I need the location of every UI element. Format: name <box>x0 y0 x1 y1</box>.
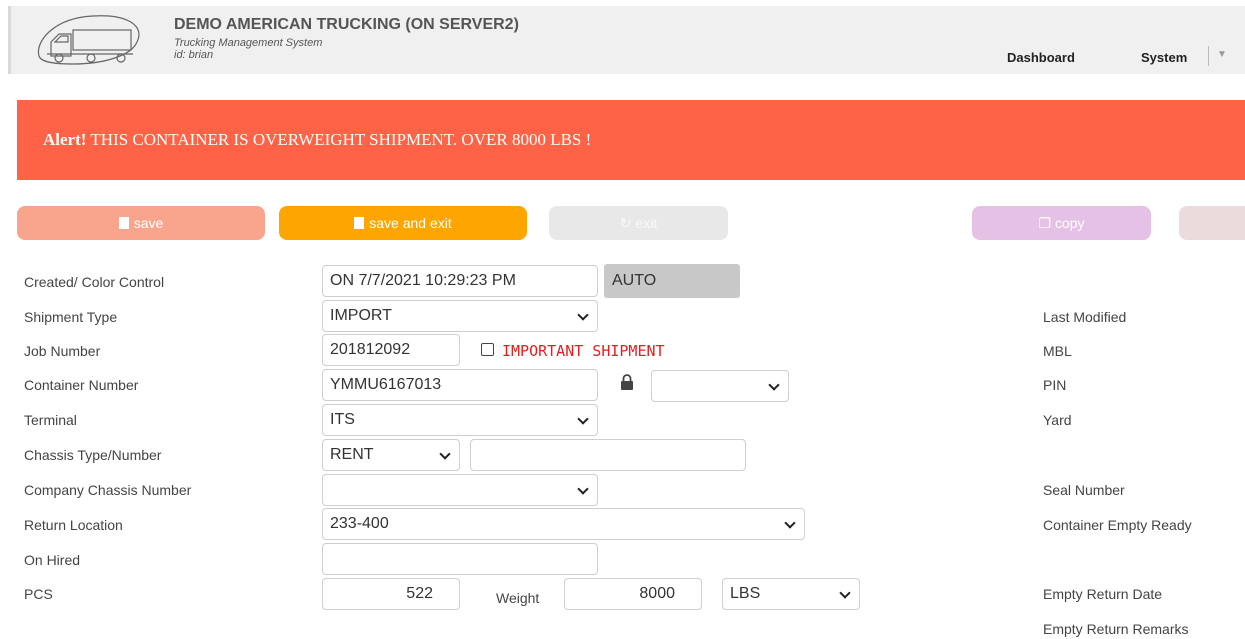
return-location-select[interactable]: 233-400 <box>322 508 805 540</box>
save-label: save <box>133 215 164 231</box>
app-title: DEMO AMERICAN TRUCKING (ON SERVER2) <box>174 16 519 33</box>
subtitle-text: Trucking Management System <box>174 37 323 49</box>
empty-return-remarks-label: Empty Return Remarks <box>1043 621 1189 637</box>
company-chassis-label: Company Chassis Number <box>24 482 192 498</box>
copy-button[interactable]: ❐ copy <box>972 206 1151 240</box>
app-subtitle: Trucking Management System id: brian <box>174 37 322 61</box>
chassis-number-field[interactable] <box>470 439 746 471</box>
nav-system[interactable]: System <box>1141 50 1187 65</box>
weight-unit-value: LBS <box>730 585 761 602</box>
exit-button[interactable]: ↻ exit <box>549 206 728 240</box>
refresh-icon: ↻ <box>619 215 636 231</box>
weight-unit-select[interactable]: LBS <box>722 578 860 610</box>
app-header: DEMO AMERICAN TRUCKING (ON SERVER2) Truc… <box>8 6 1245 74</box>
lock-select[interactable] <box>651 370 789 402</box>
nav-divider <box>1208 46 1209 66</box>
chassis-type-value: RENT <box>330 446 374 463</box>
save-button[interactable]: save <box>17 206 265 240</box>
document-icon <box>118 217 129 229</box>
empty-return-date-label: Empty Return Date <box>1043 586 1163 602</box>
alert-prefix: Alert! <box>43 130 87 149</box>
important-shipment-label: IMPORTANT SHIPMENT <box>502 342 665 360</box>
job-number-field[interactable]: 201812092 <box>322 334 460 366</box>
return-location-label: Return Location <box>24 517 123 533</box>
lock-icon[interactable] <box>620 374 634 390</box>
created-label: Created/ Color Control <box>24 274 165 290</box>
delete-button[interactable]: × <box>1179 206 1245 240</box>
mbl-label: MBL <box>1043 343 1072 359</box>
container-empty-ready-label: Container Empty Ready <box>1043 517 1192 533</box>
seal-number-label: Seal Number <box>1043 482 1125 498</box>
chassis-label: Chassis Type/Number <box>24 447 162 463</box>
pin-label: PIN <box>1043 377 1067 393</box>
color-control-field[interactable]: AUTO <box>604 264 740 298</box>
save-exit-label: save and exit <box>369 215 452 231</box>
yard-label: Yard <box>1043 412 1072 428</box>
pcs-field[interactable]: 522 <box>322 578 460 610</box>
shipment-type-value: IMPORT <box>330 307 392 324</box>
copy-icon: ❐ <box>1038 215 1055 231</box>
last-modified-label: Last Modified <box>1043 309 1127 325</box>
container-number-field[interactable]: YMMU6167013 <box>322 369 598 401</box>
company-chassis-select[interactable] <box>322 474 598 506</box>
copy-label: copy <box>1054 215 1085 231</box>
nav-dashboard[interactable]: Dashboard <box>1007 50 1075 65</box>
shipment-type-select[interactable]: IMPORT <box>322 300 598 332</box>
pcs-label: PCS <box>24 586 53 602</box>
terminal-label: Terminal <box>24 412 77 428</box>
weight-label: Weight <box>496 590 540 606</box>
alert-message: THIS CONTAINER IS OVERWEIGHT SHIPMENT. O… <box>90 130 592 149</box>
user-id: id: brian <box>174 49 214 61</box>
important-shipment-checkbox[interactable] <box>481 343 494 356</box>
job-number-label: Job Number <box>24 343 101 359</box>
shipment-type-label: Shipment Type <box>24 309 118 325</box>
terminal-value: ITS <box>330 411 355 428</box>
terminal-select[interactable]: ITS <box>322 404 598 436</box>
overweight-alert: Alert! THIS CONTAINER IS OVERWEIGHT SHIP… <box>17 100 1245 180</box>
truck-logo <box>37 15 140 65</box>
document-icon <box>354 217 365 229</box>
on-hired-field[interactable] <box>322 543 598 575</box>
save-and-exit-button[interactable]: save and exit <box>279 206 527 240</box>
container-number-label: Container Number <box>24 377 139 393</box>
created-field[interactable]: ON 7/7/2021 10:29:23 PM <box>322 265 598 297</box>
exit-label: exit <box>635 215 658 231</box>
chassis-type-select[interactable]: RENT <box>322 439 460 471</box>
caret-down-icon[interactable]: ▼ <box>1217 49 1227 60</box>
on-hired-label: On Hired <box>24 552 81 568</box>
return-location-value: 233-400 <box>330 515 389 532</box>
weight-field[interactable]: 8000 <box>564 578 702 610</box>
